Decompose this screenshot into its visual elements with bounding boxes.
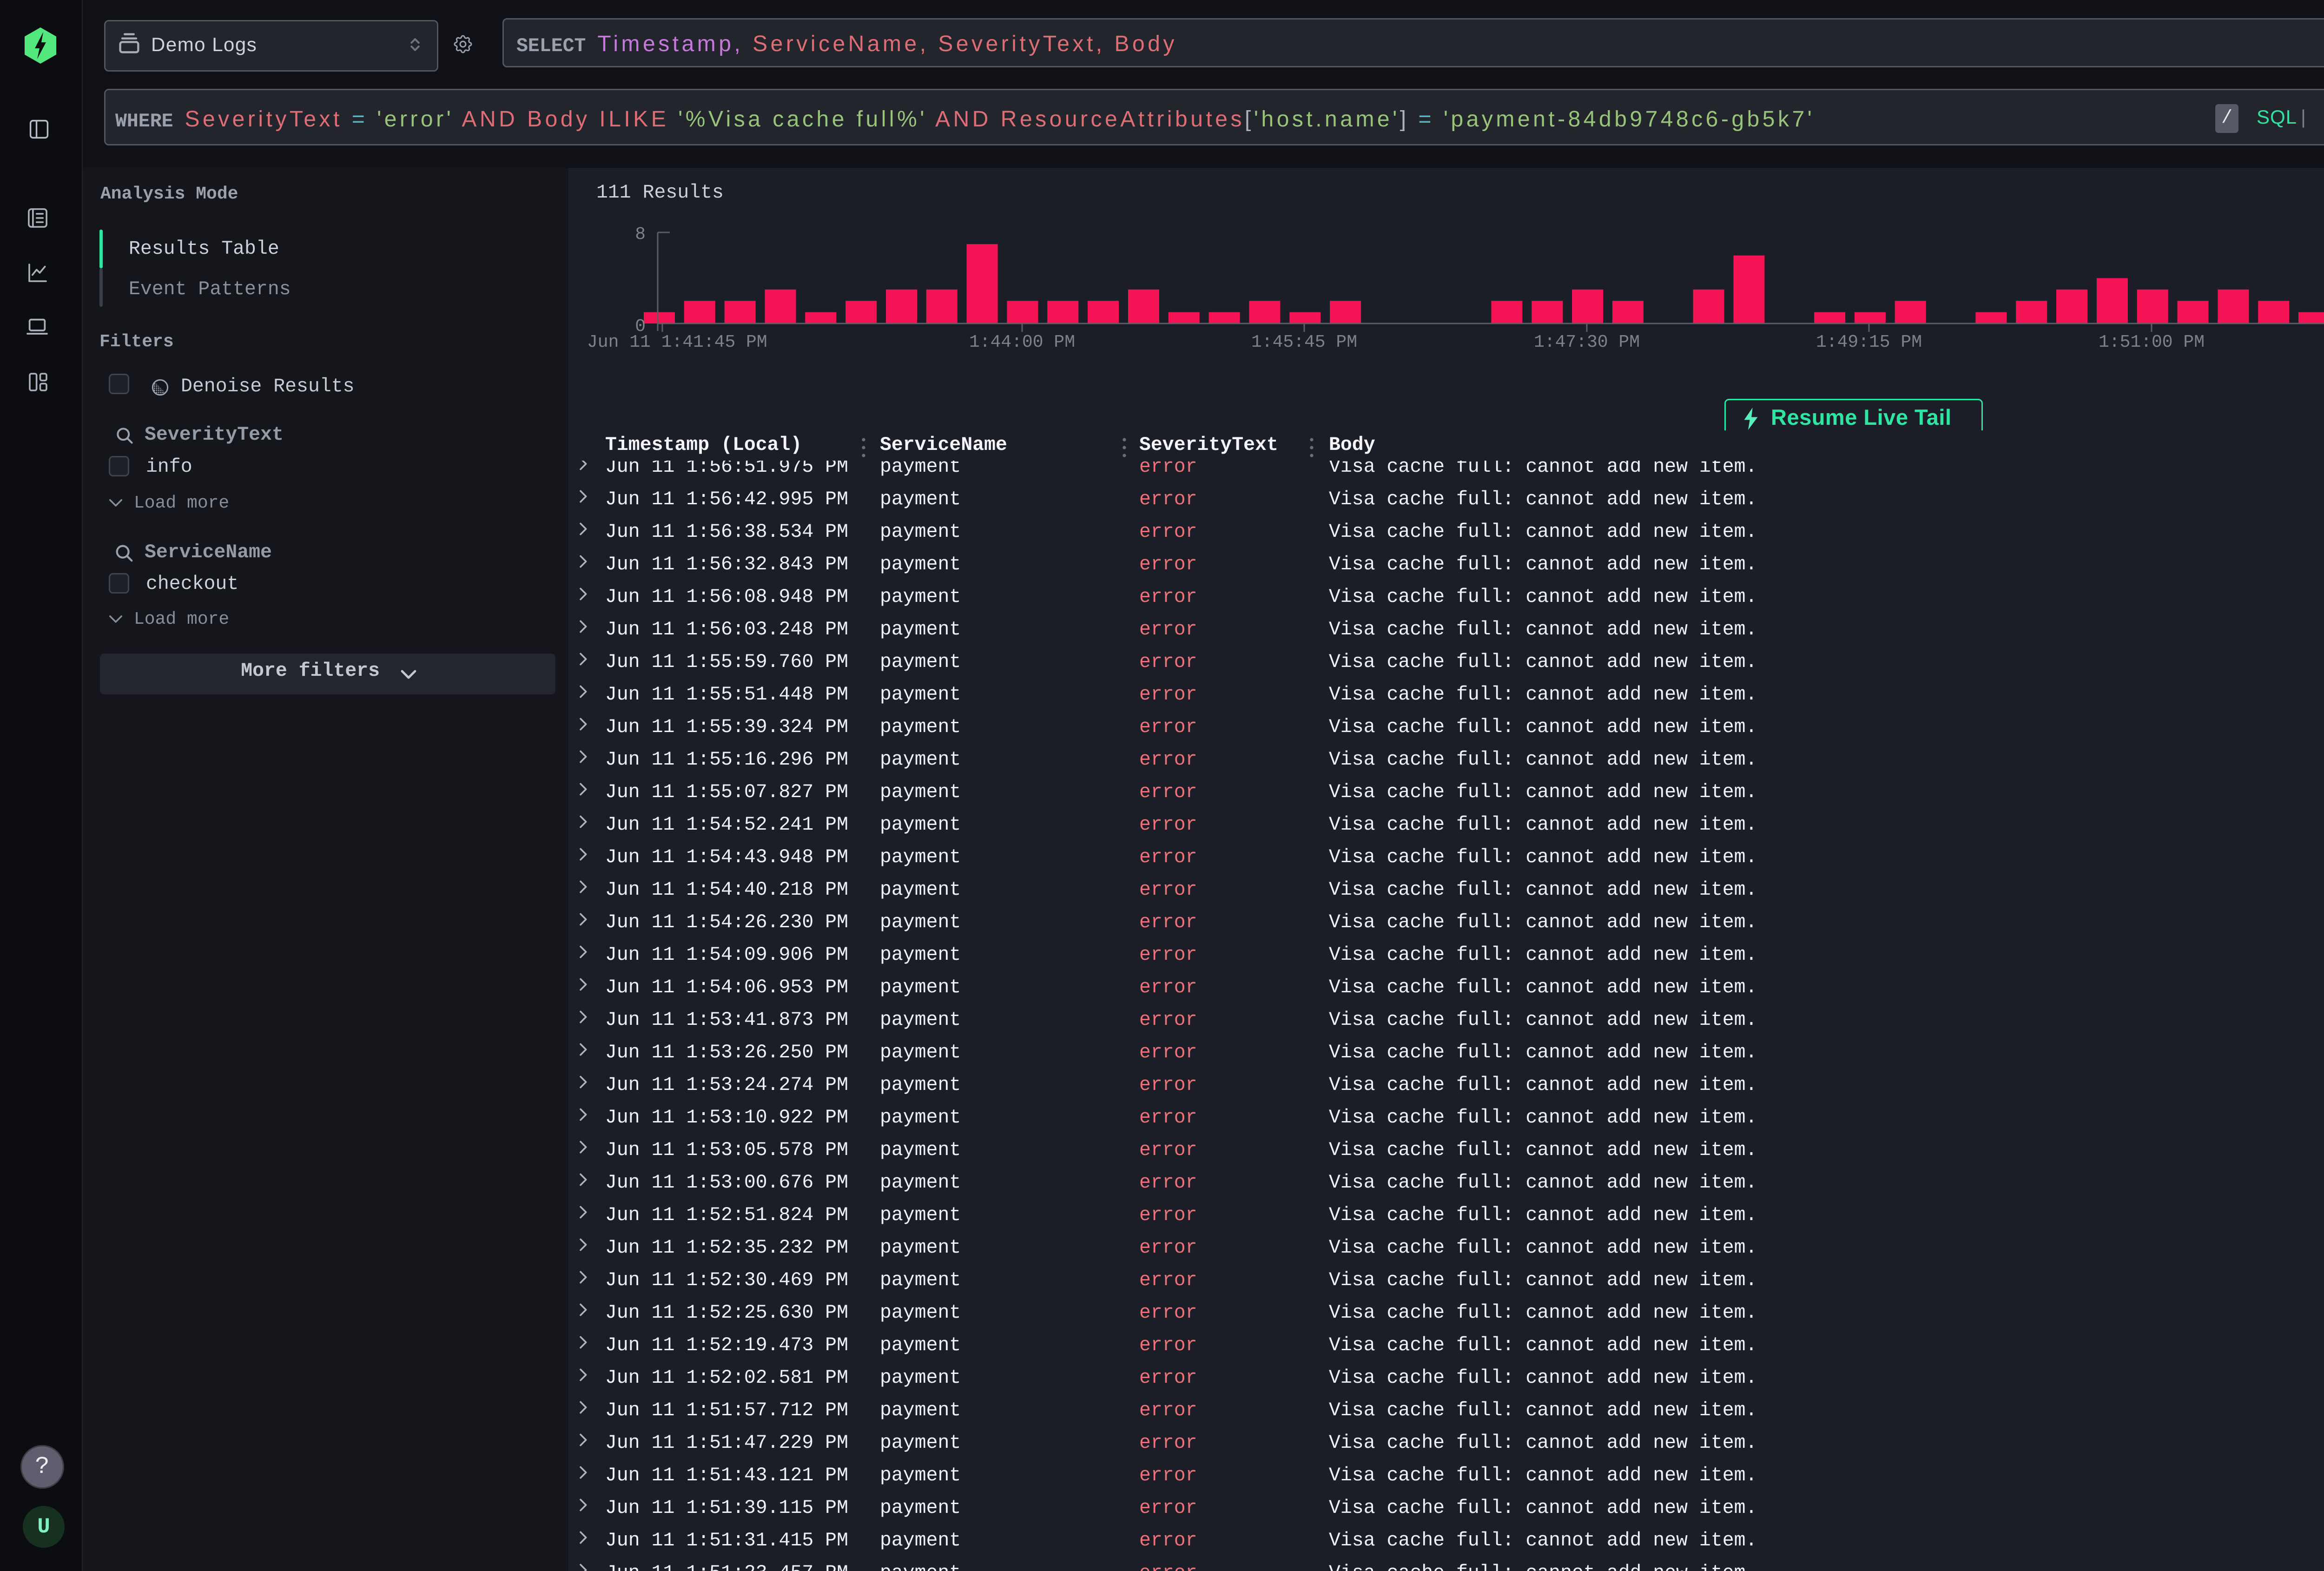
svg-text:1:49:15 PM: 1:49:15 PM	[1816, 332, 1922, 352]
svg-text:Jun 11 1:41:45 PM: Jun 11 1:41:45 PM	[587, 332, 767, 352]
svg-text:1:44:00 PM: 1:44:00 PM	[969, 332, 1075, 352]
svg-text:8: 8	[635, 224, 646, 244]
svg-text:1:47:30 PM: 1:47:30 PM	[1534, 332, 1640, 352]
svg-text:1:51:00 PM: 1:51:00 PM	[2099, 332, 2205, 352]
svg-text:1:45:45 PM: 1:45:45 PM	[1251, 332, 1357, 352]
